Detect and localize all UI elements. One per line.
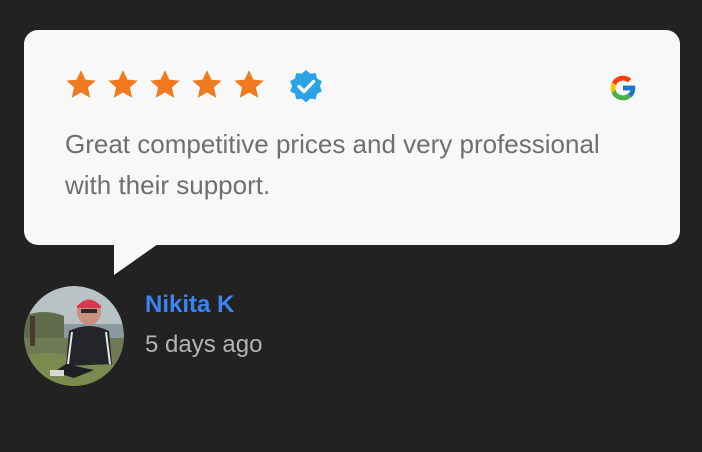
review-text: Great competitive prices and very profes…	[65, 129, 600, 200]
author-name-link[interactable]: Nikita K	[145, 290, 238, 320]
star-icon	[150, 70, 180, 98]
star-icon	[108, 70, 138, 98]
google-logo-icon[interactable]	[607, 72, 639, 104]
star-icon	[66, 70, 96, 98]
review-card: Great competitive prices and very profes…	[24, 30, 680, 245]
review-widget: Great competitive prices and very profes…	[0, 0, 702, 452]
review-date: 5 days ago	[145, 331, 263, 358]
avatar[interactable]	[24, 286, 124, 386]
star-icon	[192, 70, 222, 98]
star-icon	[234, 70, 264, 98]
star-rating	[64, 68, 266, 102]
speech-bubble-tail	[114, 244, 158, 275]
verified-badge-icon	[290, 70, 322, 103]
